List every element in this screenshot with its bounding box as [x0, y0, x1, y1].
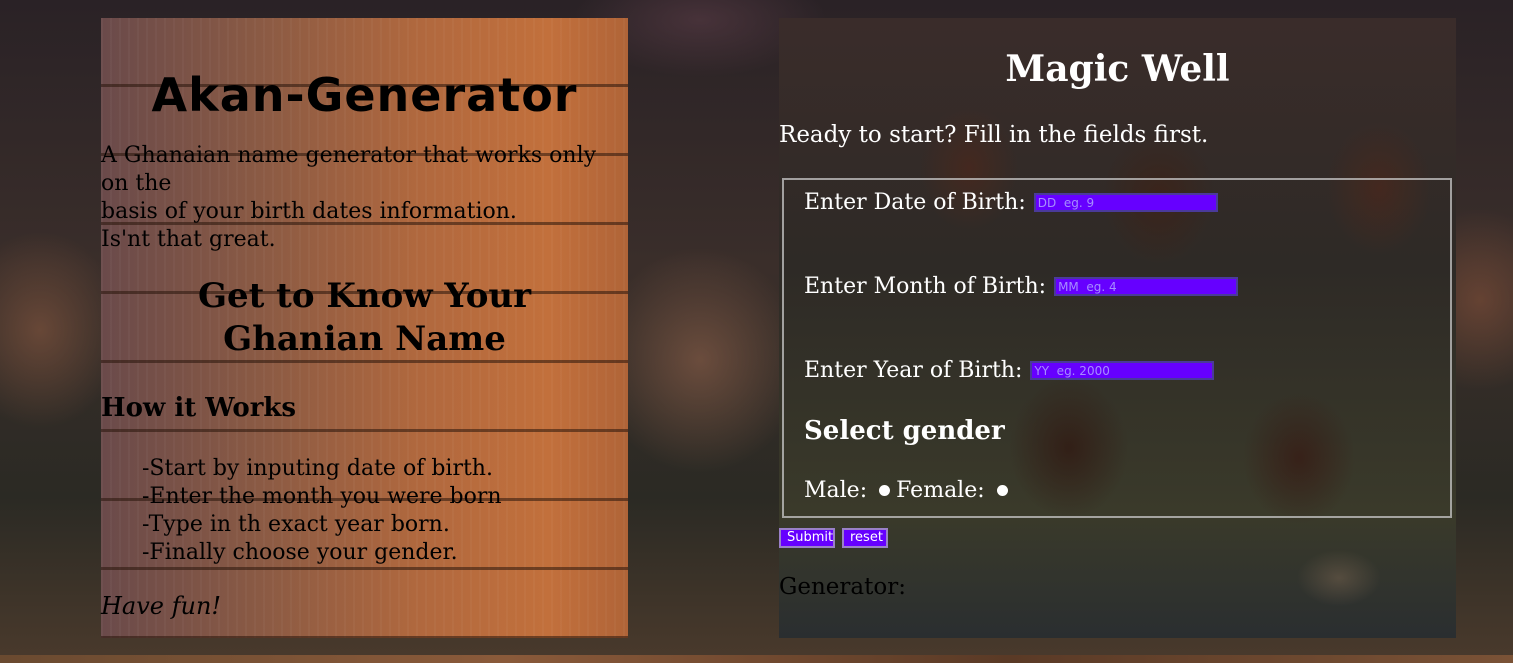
male-radio[interactable]: [879, 485, 891, 496]
birth-form-fieldset: Enter Date of Birth: Enter Month of Birt…: [782, 178, 1452, 518]
female-label: Female:: [896, 478, 985, 503]
steps-list: -Start by inputing date of birth. -Enter…: [142, 455, 502, 567]
year-field-row: Enter Year of Birth:: [804, 358, 1215, 383]
generator-output-label: Generator:: [779, 574, 906, 600]
month-label: Enter Month of Birth:: [804, 274, 1047, 299]
step-item: -Finally choose your gender.: [142, 540, 458, 565]
step-item: -Type in th exact year born.: [142, 512, 450, 537]
female-radio[interactable]: [996, 485, 1008, 496]
instruction-text: Ready to start? Fill in the fields first…: [779, 122, 1209, 148]
bottom-wood-strip: [0, 655, 1513, 663]
gender-heading: Select gender: [804, 416, 1005, 446]
closing-text: Have fun!: [101, 592, 222, 620]
how-it-works-heading: How it Works: [101, 393, 297, 423]
section-heading: Get to Know Your Ghanian Name: [197, 276, 532, 359]
month-field-row: Enter Month of Birth:: [804, 274, 1239, 299]
intro-line: basis of your birth dates information.: [101, 199, 517, 224]
intro-line: Is'nt that great.: [101, 227, 276, 252]
reset-button[interactable]: reset: [842, 528, 888, 548]
male-label: Male:: [804, 478, 868, 503]
day-input[interactable]: [1033, 193, 1218, 212]
form-title: Magic Well: [1005, 48, 1230, 90]
year-input[interactable]: [1030, 361, 1215, 380]
gender-options: Male: Female:: [804, 478, 1014, 503]
day-label: Enter Date of Birth:: [804, 190, 1026, 215]
day-field-row: Enter Date of Birth:: [804, 190, 1218, 215]
intro-line: A Ghanaian name generator that works onl…: [101, 143, 597, 196]
info-panel: Akan-Generator A Ghanaian name generator…: [101, 18, 628, 638]
step-item: -Start by inputing date of birth.: [142, 456, 493, 481]
step-item: -Enter the month you were born: [142, 484, 502, 509]
submit-button[interactable]: Submit: [779, 528, 835, 548]
form-panel: Magic Well Ready to start? Fill in the f…: [779, 18, 1456, 638]
month-input[interactable]: [1054, 277, 1239, 296]
year-label: Enter Year of Birth:: [804, 358, 1023, 383]
app-title: Akan-Generator: [151, 68, 578, 122]
intro-text: A Ghanaian name generator that works onl…: [101, 142, 621, 254]
